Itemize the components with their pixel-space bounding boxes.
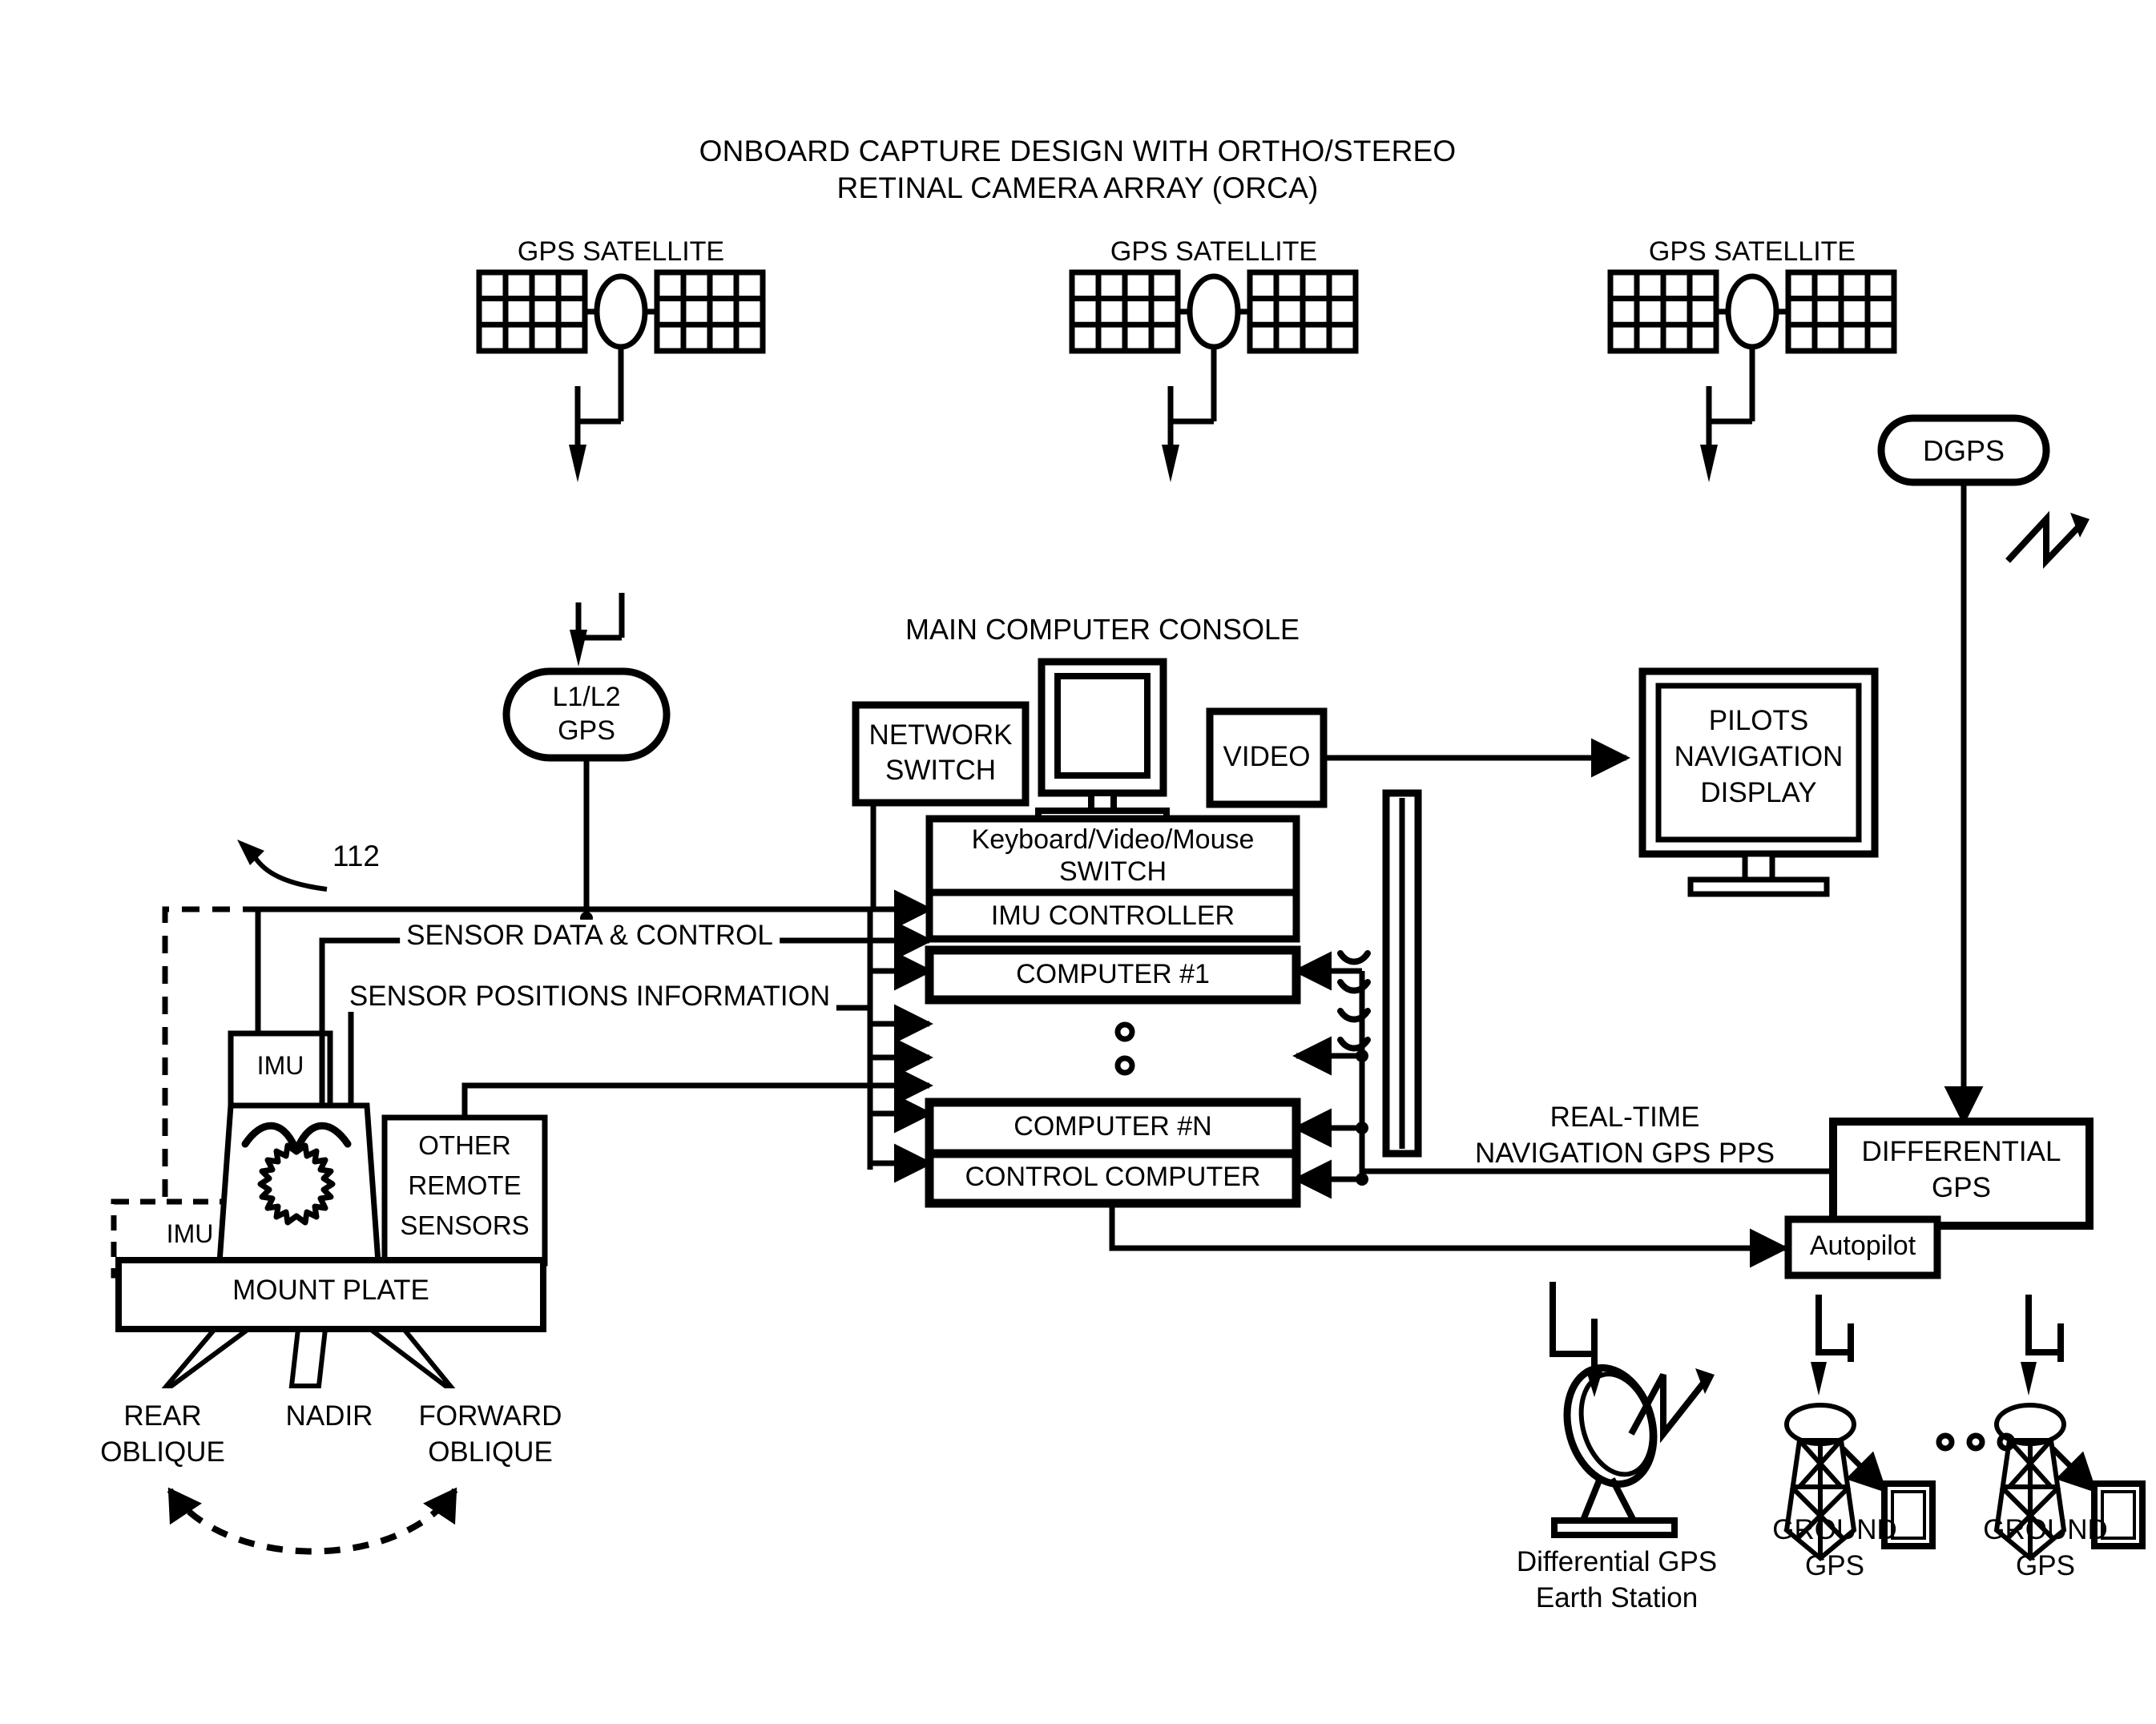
- imu-primary-label: IMU: [256, 1051, 304, 1080]
- other-remote-sensors-label-line3: SENSORS: [400, 1210, 530, 1240]
- realtime-nav-label-line1: REAL-TIME: [1549, 1102, 1700, 1133]
- video-label: VIDEO: [1223, 741, 1311, 772]
- diagram-canvas: ONBOARD CAPTURE DESIGN WITH ORTHO/STEREO…: [0, 0, 2156, 1724]
- gps-satellite-1-label: GPS SATELLITE: [517, 236, 725, 267]
- imu-controller-label: IMU CONTROLLER: [990, 900, 1235, 931]
- realtime-nav-label-line2: NAVIGATION GPS PPS: [1474, 1138, 1775, 1169]
- sensor-positions-label: SENSOR POSITIONS INFORMATION: [342, 981, 837, 1013]
- stack-right-bus: [1292, 951, 1365, 1199]
- gps-satellite-3-graphic: [1610, 272, 1894, 482]
- control-computer-label: CONTROL COMPUTER: [965, 1162, 1261, 1192]
- network-switch-label-line1: NETWORK: [868, 719, 1013, 751]
- earth-station-graphic: [1549, 1282, 1715, 1538]
- other-remote-sensors-label-line2: REMOTE: [408, 1170, 522, 1200]
- camera-housing: [216, 1102, 381, 1266]
- pilots-display-label-line2: NAVIGATION: [1674, 741, 1844, 772]
- stack-ellipsis-dot-1: [1114, 1021, 1135, 1042]
- gps-satellite-2-label: GPS SATELLITE: [1110, 236, 1318, 267]
- camera-sweep-arc: [167, 1487, 458, 1555]
- pilots-display-label-line1: PILOTS: [1708, 705, 1809, 736]
- camera-cone-rear-oblique: [161, 1327, 256, 1388]
- dgps-label: DGPS: [1922, 434, 2005, 467]
- stack-ellipsis-dot-2: [1114, 1055, 1135, 1076]
- gps-satellite-1-graphic: [479, 272, 763, 482]
- camera-view-rear-oblique-line2: OBLIQUE: [100, 1436, 225, 1468]
- differential-gps-label-line2: GPS: [1932, 1172, 1991, 1203]
- gps-satellite-2-graphic: [1072, 272, 1356, 482]
- camera-cone-nadir: [288, 1327, 328, 1388]
- main-console-heading: MAIN COMPUTER CONSOLE: [905, 613, 1300, 646]
- gps-satellite-3-label: GPS SATELLITE: [1648, 236, 1856, 267]
- ground-gps-1-label-line2: GPS: [1805, 1550, 1864, 1581]
- reference-leader-112: [237, 840, 328, 892]
- camera-view-rear-oblique-line1: REAR: [123, 1400, 202, 1432]
- bus-arrows-into-stack: [870, 889, 933, 1183]
- camera-view-nadir-line1: NADIR: [285, 1400, 373, 1432]
- earth-station-label-line1: Differential GPS: [1516, 1546, 1718, 1577]
- imu-alternate-label: IMU: [166, 1219, 214, 1248]
- main-console-monitor: [1035, 658, 1170, 825]
- kvm-switch-label-line2: SWITCH: [1058, 856, 1167, 887]
- ground-gps-2-label-line2: GPS: [2016, 1550, 2075, 1581]
- differential-gps-label-line1: DIFFERENTIAL: [1861, 1136, 2061, 1167]
- other-remote-sensors-label-line1: OTHER: [418, 1130, 511, 1160]
- diagram-title-line-2: RETINAL CAMERA ARRAY (ORCA): [836, 171, 1319, 204]
- l1l2-gps-label-line2: GPS: [558, 715, 615, 746]
- storage-array-graphic: [1382, 789, 1422, 1158]
- network-switch-label-line2: SWITCH: [885, 755, 997, 786]
- kvm-switch-label-line1: Keyboard/Video/Mouse: [971, 824, 1255, 855]
- camera-cone-forward-oblique: [363, 1327, 456, 1388]
- camera-view-forward-oblique-line2: OBLIQUE: [428, 1436, 553, 1468]
- camera-view-forward-oblique-line1: FORWARD: [418, 1400, 562, 1432]
- computer-n-label: COMPUTER #N: [1014, 1111, 1212, 1142]
- diagram-title-line-1: ONBOARD CAPTURE DESIGN WITH ORTHO/STEREO: [699, 135, 1457, 167]
- autopilot-label: Autopilot: [1809, 1231, 1916, 1261]
- l1l2-antenna-signal: [570, 593, 625, 667]
- ground-gps-1-label-line1: GROUND: [1772, 1514, 1897, 1545]
- reference-numeral-112: 112: [332, 840, 380, 872]
- computer-1-label: COMPUTER #1: [1016, 959, 1210, 989]
- l1l2-gps-label-line1: L1/L2: [552, 682, 621, 712]
- mount-plate-label: MOUNT PLATE: [232, 1275, 429, 1306]
- ground-gps-2-label-line1: GROUND: [1983, 1514, 2108, 1545]
- dgps-signal-lightning: [2005, 510, 2090, 569]
- pilots-display-label-line3: DISPLAY: [1700, 777, 1817, 808]
- sensor-data-control-label: SENSOR DATA & CONTROL: [400, 920, 780, 952]
- earth-station-label-line2: Earth Station: [1535, 1582, 1699, 1613]
